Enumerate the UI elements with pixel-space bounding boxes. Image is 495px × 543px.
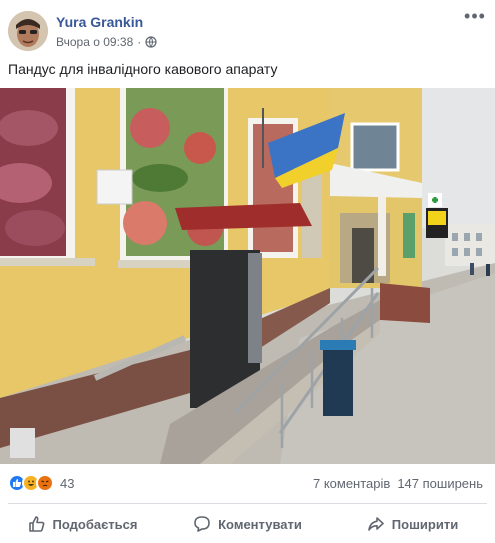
action-bar: Подобається Коментувати Поширити <box>0 507 495 541</box>
author-name[interactable]: Yura Grankin <box>56 14 143 30</box>
meta-separator: · <box>137 35 142 49</box>
share-button-label: Поширити <box>391 516 459 532</box>
post-meta: Вчора о 09:38 · <box>56 35 157 49</box>
avatar[interactable] <box>8 11 48 51</box>
more-options-button[interactable]: ••• <box>463 7 487 28</box>
comment-button-label: Коментувати <box>218 516 302 532</box>
like-button-label: Подобається <box>52 516 138 532</box>
share-icon <box>367 517 384 531</box>
divider <box>8 503 487 504</box>
share-button[interactable]: Поширити <box>330 507 495 541</box>
share-count[interactable]: 147 поширень <box>397 476 483 491</box>
photo-illustration <box>0 88 495 464</box>
like-icon <box>28 516 44 532</box>
reaction-count: 43 <box>60 475 75 491</box>
facebook-post: Yura Grankin Вчора о 09:38 · ••• Пандус … <box>0 0 495 543</box>
post-time[interactable]: Вчора о 09:38 <box>56 35 133 49</box>
post-photo[interactable] <box>0 88 495 464</box>
globe-icon[interactable] <box>145 36 157 48</box>
comment-button[interactable]: Коментувати <box>165 507 330 541</box>
reactions-summary[interactable]: 43 <box>8 474 74 492</box>
like-button[interactable]: Подобається <box>0 507 165 541</box>
comment-icon <box>194 516 210 532</box>
comment-count[interactable]: 7 коментарів <box>313 476 390 491</box>
angry-reaction-icon <box>36 474 54 492</box>
post-stats: 7 коментарів 147 поширень <box>313 476 483 491</box>
post-text: Пандус для інвалідного кавового апарату <box>8 61 278 77</box>
